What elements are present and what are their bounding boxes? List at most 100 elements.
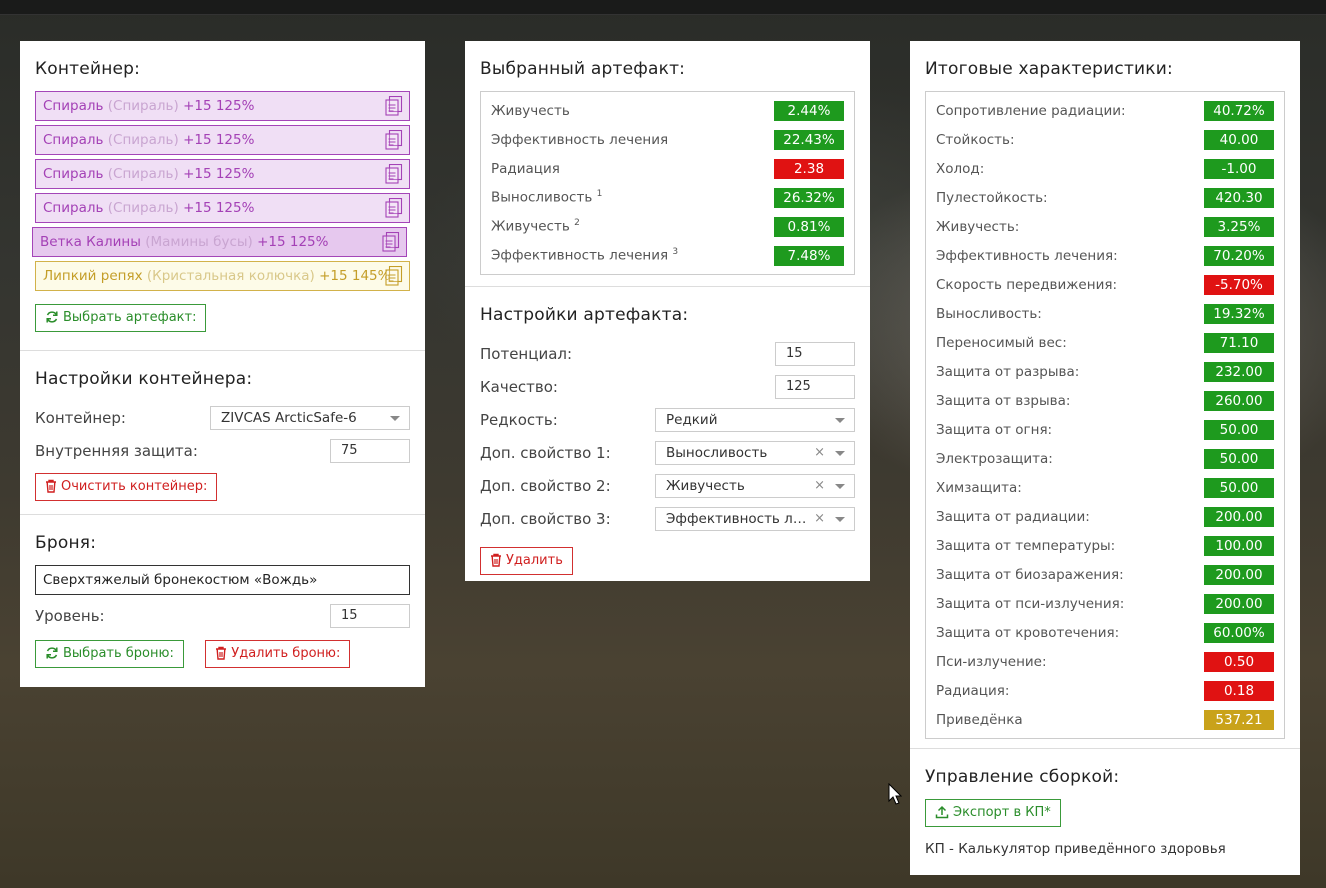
stat-label: Холод: [936,160,985,177]
export-label: Экспорт в КП* [953,805,1051,820]
total-stat-row: Живучесть: 3.25% [936,212,1274,241]
delete-armor-label: Удалить броню: [231,646,341,661]
stat-value-badge: 22.43% [774,129,844,150]
stat-value-badge: 3.25% [1204,216,1274,237]
copy-icon[interactable] [385,198,403,218]
container-settings-title: Настройки контейнера: [35,369,253,389]
select-artifact-button[interactable]: Выбрать артефакт: [35,304,207,332]
upload-icon [935,805,949,819]
prop1-select[interactable]: Выносливость × [655,440,855,465]
stat-value-badge: 200.00 [1204,564,1274,585]
artifact-slot[interactable]: Спираль (Спираль) +15 125% [35,159,410,189]
stat-value-badge: 420.30 [1204,187,1274,208]
stat-footnote-index: 2 [574,218,580,229]
stat-footnote-index: 3 [672,247,679,258]
stat-label: Защита от биозаражения: [936,566,1124,583]
prop1-row: Доп. свойство 1: Выносливость × [480,436,855,469]
total-stat-row: Холод: -1.00 [936,154,1274,183]
stat-value-badge: 0.50 [1204,651,1274,672]
artifact-slot[interactable]: Спираль (Спираль) +15 125% [35,193,410,223]
artifact-slot[interactable]: Спираль (Спираль) +15 125% [35,91,410,121]
stat-label: Защита от температуры: [936,537,1116,554]
stat-label: Защита от разрыва: [936,363,1080,380]
quality-row: Качество: 125 [480,370,855,403]
stat-value-badge: 71.10 [1204,332,1274,353]
prop3-select-value: Эффективность лечения [666,510,808,527]
stat-label: Эффективность лечения: [936,247,1118,264]
copy-icon[interactable] [385,164,403,184]
container-label: Контейнер: [35,408,126,427]
prop2-label: Доп. свойство 2: [480,476,611,495]
slot-alt-name: (Кристальная колючка) [146,268,315,284]
container-select[interactable]: ZIVCAS ArcticSafe-6 [210,405,410,430]
select-artifact-label: Выбрать артефакт: [63,310,197,325]
potential-input[interactable]: 15 [775,341,855,366]
slot-name: Липкий репях [43,268,143,284]
export-button[interactable]: Экспорт в КП* [925,799,1061,827]
stat-value-badge: 200.00 [1204,506,1274,527]
chevron-down-icon [835,450,845,456]
stat-label-wrap: Эффективность лечения [491,132,668,148]
rarity-select[interactable]: Редкий [655,407,855,432]
container-title: Контейнер: [35,59,141,79]
total-stat-row: Сопротивление радиации: 40.72% [936,96,1274,125]
armor-name-field[interactable]: Сверхтяжелый бронекостюм «Вождь» [35,565,410,595]
stat-footnote-index: 1 [596,189,603,200]
stat-value-badge: 2.38 [774,158,844,179]
protection-input[interactable]: 75 [330,438,410,463]
container-row: Контейнер: ZIVCAS ArcticSafe-6 [35,401,410,434]
total-stat-row: Защита от разрыва: 232.00 [936,357,1274,386]
clear-icon[interactable]: × [814,508,825,530]
prop2-select[interactable]: Живучесть × [655,473,855,498]
stat-value-badge: 50.00 [1204,448,1274,469]
clear-icon[interactable]: × [814,442,825,464]
stat-value-badge: 50.00 [1204,477,1274,498]
selected-artifact-section: Выбранный артефакт: Живучесть 2.44% Эффект… [465,41,870,287]
protection-row: Внутренняя защита: 75 [35,434,410,467]
window-top-bar [0,0,1326,15]
copy-icon[interactable] [385,130,403,150]
total-stat-row: Химзащита: 50.00 [936,473,1274,502]
copy-icon[interactable] [385,266,403,286]
artifact-stat-row: Радиация 2.38 [491,154,844,183]
quality-input[interactable]: 125 [775,374,855,399]
clear-icon[interactable]: × [814,475,825,497]
total-stat-row: Радиация: 0.18 [936,676,1274,705]
artifact-slot[interactable]: Липкий репях (Кристальная колючка) +15 1… [35,261,410,291]
stat-value-badge: 232.00 [1204,361,1274,382]
stat-label: Радиация: [936,682,1010,699]
prop1-select-value: Выносливость [666,444,768,461]
artifact-slots: Спираль (Спираль) +15 125% Спираль (Спира… [32,91,410,291]
artifact-settings-title: Настройки артефакта: [480,305,689,325]
armor-level-input[interactable]: 15 [330,603,410,628]
copy-icon[interactable] [385,96,403,116]
total-stat-row: Пулестойкость: 420.30 [936,183,1274,212]
total-stat-row: Защита от взрыва: 260.00 [936,386,1274,415]
potential-row: Потенциал: 15 [480,337,855,370]
delete-armor-button[interactable]: Удалить броню: [205,640,351,668]
slot-name: Спираль [43,200,104,216]
totals-title: Итоговые характеристики: [925,59,1173,79]
slot-name: Спираль [43,166,104,182]
select-armor-button[interactable]: Выбрать броню: [35,640,184,668]
stat-value-badge: 537.21 [1204,709,1274,730]
total-stat-row: Защита от огня: 50.00 [936,415,1274,444]
delete-artifact-button[interactable]: Удалить [480,547,573,575]
prop3-label: Доп. свойство 3: [480,509,611,528]
artifact-slot[interactable]: Ветка Калины (Мамины бусы) +15 125% [32,227,407,257]
totals-stats-box: Сопротивление радиации: 40.72% Стойкость: 4… [925,91,1285,739]
prop2-row: Доп. свойство 2: Живучесть × [480,469,855,502]
stat-label: Выносливость [491,189,593,206]
artifact-slot[interactable]: Спираль (Спираль) +15 125% [35,125,410,155]
clear-container-button[interactable]: Очистить контейнер: [35,473,218,501]
artifact-stat-row: Выносливость 1 26.32% [491,183,844,212]
mouse-cursor-icon [888,783,902,805]
copy-icon[interactable] [382,232,400,252]
prop3-select[interactable]: Эффективность лечения × [655,506,855,531]
rarity-label: Редкость: [480,410,558,429]
stat-label: Эффективность лечения [491,131,669,148]
slot-level: +15 125% [183,98,255,114]
stat-value-badge: 70.20% [1204,245,1274,266]
quality-label: Качество: [480,377,558,396]
stat-label: Пси-излучение: [936,653,1047,670]
